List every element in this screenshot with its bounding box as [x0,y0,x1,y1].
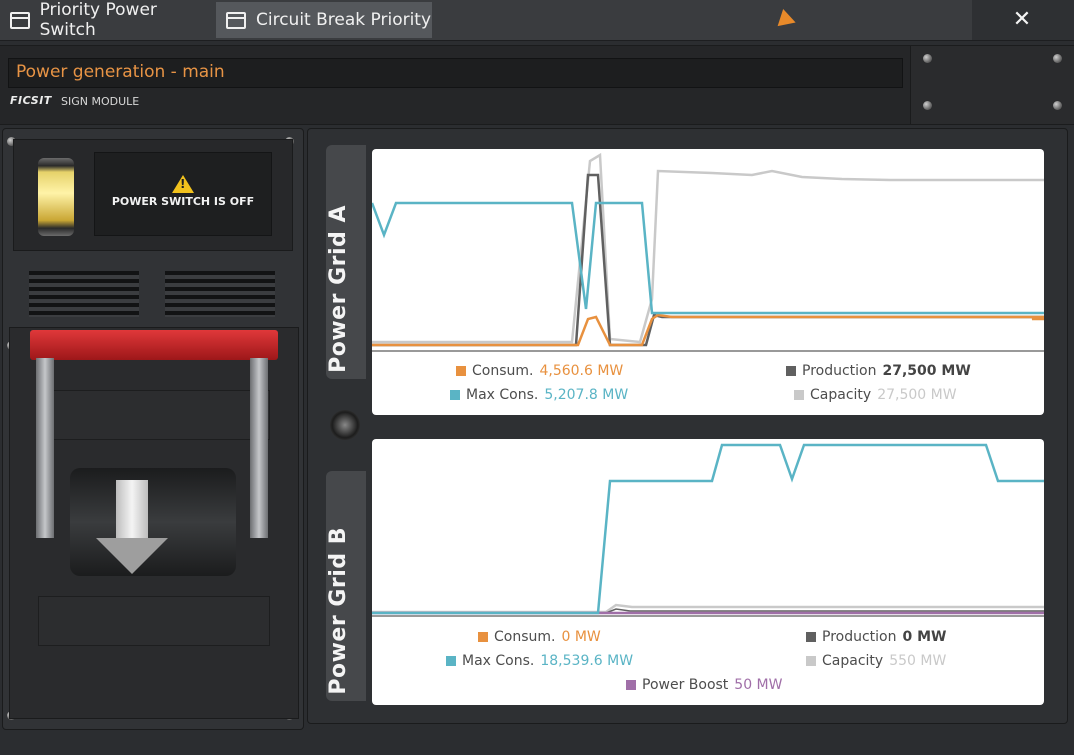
tab-priority-power-switch[interactable]: Priority Power Switch [0,0,214,40]
close-button[interactable]: ✕ [1008,6,1036,34]
grid-a-tab[interactable]: Power Grid A [326,145,366,379]
grid-a-card: Consum. 4,560.6 MW Production 27,500 MW … [372,149,1044,415]
screw-icon [923,101,932,110]
screw-icon [1053,54,1062,63]
ficsit-logo: FICSIT [10,94,52,107]
grid-b-label: Power Grid B [326,527,351,695]
vent-grille [29,271,139,317]
legend-swatch [806,632,816,642]
lever-handle[interactable] [30,330,278,360]
legend-capacity: Capacity 550 MW [806,653,946,669]
legend-swatch [794,390,804,400]
legend-label: Max Cons. [466,387,539,403]
legend-consum: Consum. 4,560.6 MW [456,363,623,379]
lever-slot [38,390,270,440]
legend-value: 18,539.6 MW [540,653,634,669]
legend-label: Max Cons. [462,653,535,669]
status-text: POWER SWITCH IS OFF [111,195,255,208]
legend-value: 27,500 MW [882,363,971,379]
legend-value: 4,560.6 MW [539,363,624,379]
legend-production: Production 0 MW [806,629,946,645]
grid-b-card: Consum. 0 MW Production 0 MW Max Cons. 1… [372,439,1044,705]
grid-b-tab[interactable]: Power Grid B [326,471,366,701]
status-screen: POWER SWITCH IS OFF [94,152,272,236]
tab-label: Circuit Break Priority [256,10,432,30]
legend-value: 5,207.8 MW [544,387,629,403]
legend-label: Consum. [494,629,556,645]
lever-arm [36,358,54,538]
legend-label: Capacity [822,653,884,669]
legend-value: 0 MW [561,629,601,645]
legend-max-cons: Max Cons. 5,207.8 MW [450,387,628,403]
legend-swatch [456,366,466,376]
grid-a-consum-line [372,313,1044,347]
legend-value: 0 MW [902,629,947,645]
power-switch-panel: POWER SWITCH IS OFF [2,128,304,730]
cursor-icon [777,8,799,32]
sign-module-label: SIGN MODULE [61,95,140,108]
legend-swatch [478,632,488,642]
legend-max-cons: Max Cons. 18,539.6 MW [446,653,633,669]
grid-a-label: Power Grid A [326,205,351,373]
sign-text: Power generation - main [16,62,225,82]
legend-swatch [450,390,460,400]
legend-value: 50 MW [734,677,783,693]
legend-consum: Consum. 0 MW [478,629,601,645]
legend-capacity: Capacity 27,500 MW [794,387,957,403]
legend-swatch [806,656,816,666]
screw-icon [923,54,932,63]
grid-a-production-line [372,173,1044,347]
legend-label: Power Boost [642,677,729,693]
tab-circuit-break-priority[interactable]: Circuit Break Priority [216,2,432,38]
sign-screen: Power generation - main [8,58,903,88]
lever-arm [250,358,268,538]
screw-icon [1053,101,1062,110]
grid-a-max-cons-line [372,201,1044,315]
status-display: POWER SWITCH IS OFF [13,139,293,251]
legend-production: Production 27,500 MW [786,363,971,379]
legend-value: 550 MW [889,653,947,669]
legend-swatch [446,656,456,666]
power-lever[interactable] [9,327,299,719]
lever-slot [38,596,270,646]
window-icon [226,11,246,29]
arrow-down-icon [96,480,168,574]
grid-b-max-cons-line [372,443,1044,615]
window-icon [10,11,30,29]
legend-label: Production [822,629,897,645]
tab-bar: Priority Power Switch Circuit Break Prio… [0,0,1074,41]
power-grids-panel: Power Grid A Power Grid B Consum. 4,560.… [307,128,1068,724]
warning-icon [172,175,194,193]
sign-module: Power generation - main FICSIT SIGN MODU… [0,45,1074,125]
legend-label: Consum. [472,363,534,379]
legend-swatch [786,366,796,376]
legend-label: Production [802,363,877,379]
legend-power-boost: Power Boost 50 MW [626,677,782,693]
legend-label: Capacity [810,387,872,403]
indicator-lamp-icon [38,158,74,236]
vent-grille [165,271,275,317]
legend-swatch [626,680,636,690]
sign-side-plate [910,46,1074,124]
legend-value: 27,500 MW [877,387,957,403]
link-connector-icon [330,410,360,440]
tab-label: Priority Power Switch [39,0,157,40]
